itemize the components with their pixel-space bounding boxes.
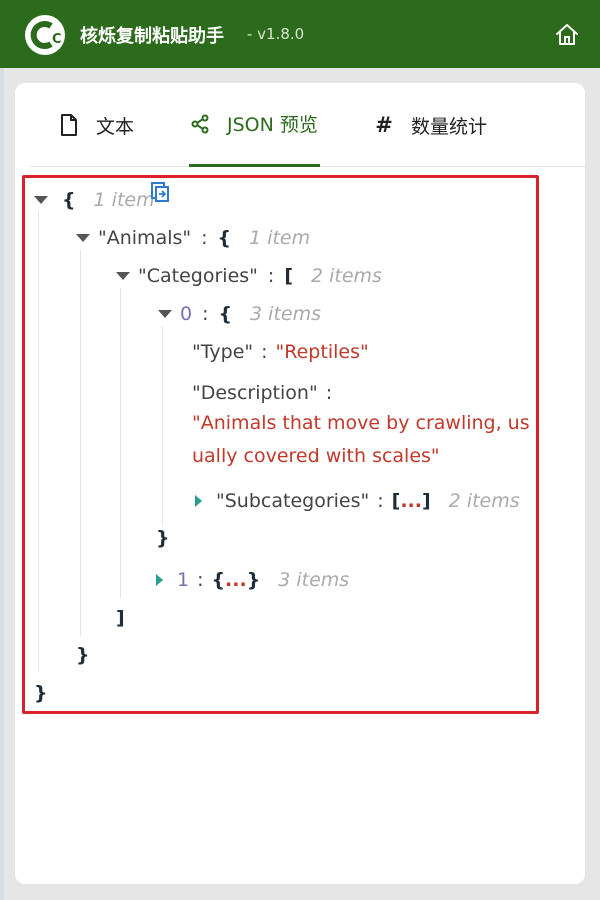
bracket-close: ] — [116, 607, 125, 629]
expand-toggle[interactable] — [156, 574, 163, 586]
indent-guide — [162, 326, 163, 526]
brace-open: { — [218, 303, 233, 325]
json-type-row: "Type" : "Reptiles" — [192, 338, 369, 366]
json-key: "Type" — [192, 341, 254, 363]
share-nodes-icon — [189, 113, 211, 135]
json-description-row: "Description" : — [192, 379, 340, 407]
logo-text: C — [52, 32, 62, 47]
tab-bar: 文本 JSON 预览 # 数量统计 — [30, 83, 585, 167]
brace-close: } — [34, 682, 48, 704]
file-icon — [58, 114, 80, 136]
app-title: 核烁复制粘贴助手 — [80, 26, 224, 47]
collapse-toggle[interactable] — [158, 310, 172, 318]
item-count: 2 items — [311, 265, 382, 287]
json-index: 1 — [177, 569, 190, 591]
app-header: C 核烁复制粘贴助手 - v1.8.0 — [0, 0, 600, 68]
brace-open: { — [211, 569, 226, 591]
indent-guide — [38, 212, 39, 672]
tab-stats[interactable]: # 数量统计 — [373, 83, 487, 167]
tab-text-label: 文本 — [96, 115, 135, 138]
tab-text[interactable]: 文本 — [58, 83, 134, 167]
tab-json-label: JSON 预览 — [227, 114, 318, 136]
item-count: 1 item — [249, 227, 311, 249]
colon: : — [377, 490, 384, 512]
json-root-row: { 1 item — [34, 186, 155, 214]
json-subcategories-row: "Subcategories" : [ ... ] 2 items — [195, 487, 520, 515]
indent-guide — [80, 250, 81, 636]
item-count: 1 item — [93, 189, 155, 211]
brace-close: } — [246, 569, 261, 591]
bracket-open: [ — [284, 265, 293, 287]
json-key: "Description" — [192, 382, 318, 404]
colon: : — [202, 303, 209, 325]
brace-open: { — [62, 189, 76, 211]
indent-guide — [120, 288, 121, 598]
collapsed-ellipsis[interactable]: ... — [400, 490, 422, 512]
json-root-close: } — [34, 679, 48, 707]
json-index: 0 — [180, 303, 193, 325]
main-card: 文本 JSON 预览 # 数量统计 { 1 item "Animals": {… — [15, 83, 585, 884]
tab-stats-label: 数量统计 — [411, 115, 488, 138]
brace-close: } — [156, 527, 170, 549]
copy-icon[interactable] — [149, 181, 171, 203]
home-icon[interactable] — [554, 22, 580, 48]
json-key: "Animals" — [98, 227, 192, 249]
json-item0-close: } — [156, 524, 170, 552]
collapse-toggle[interactable] — [34, 196, 48, 204]
json-categories-row: "Categories" : [ 2 items — [116, 262, 382, 290]
colon: : — [197, 569, 204, 591]
collapse-toggle[interactable] — [76, 234, 90, 242]
item-count: 2 items — [448, 490, 520, 512]
brace-open: { — [217, 227, 232, 249]
colon: : — [325, 382, 333, 404]
json-item1-row: 1 : { ... } 3 items — [156, 566, 349, 594]
json-viewer: { 1 item "Animals" : { 1 item "Categorie… — [22, 175, 539, 714]
app-version: - v1.8.0 — [247, 25, 305, 43]
item-count: 3 items — [278, 569, 350, 591]
tab-json-preview[interactable]: JSON 预览 — [189, 83, 320, 167]
bracket-close: ] — [421, 490, 431, 512]
json-categories-close: ] — [116, 604, 125, 632]
brace-close: } — [76, 644, 90, 666]
app-logo-icon: C — [25, 15, 65, 55]
json-key: "Subcategories" — [216, 490, 370, 512]
bracket-open: [ — [391, 490, 401, 512]
json-item0-row: 0 : { 3 items — [158, 300, 321, 328]
json-key: "Categories" — [138, 265, 258, 287]
collapsed-ellipsis[interactable]: ... — [225, 569, 247, 591]
json-animals-close: } — [76, 641, 90, 669]
json-string-value: "Animals that move by crawling, usually … — [192, 412, 530, 467]
colon: : — [267, 265, 275, 287]
json-animals-row: "Animals" : { 1 item — [76, 224, 310, 252]
hash-icon: # — [375, 113, 393, 137]
item-count: 3 items — [250, 303, 321, 325]
collapse-toggle[interactable] — [116, 272, 130, 280]
colon: : — [201, 227, 208, 249]
colon: : — [261, 341, 268, 363]
window-edge — [0, 68, 4, 900]
expand-toggle[interactable] — [195, 495, 202, 507]
json-string-value: "Reptiles" — [275, 341, 369, 363]
